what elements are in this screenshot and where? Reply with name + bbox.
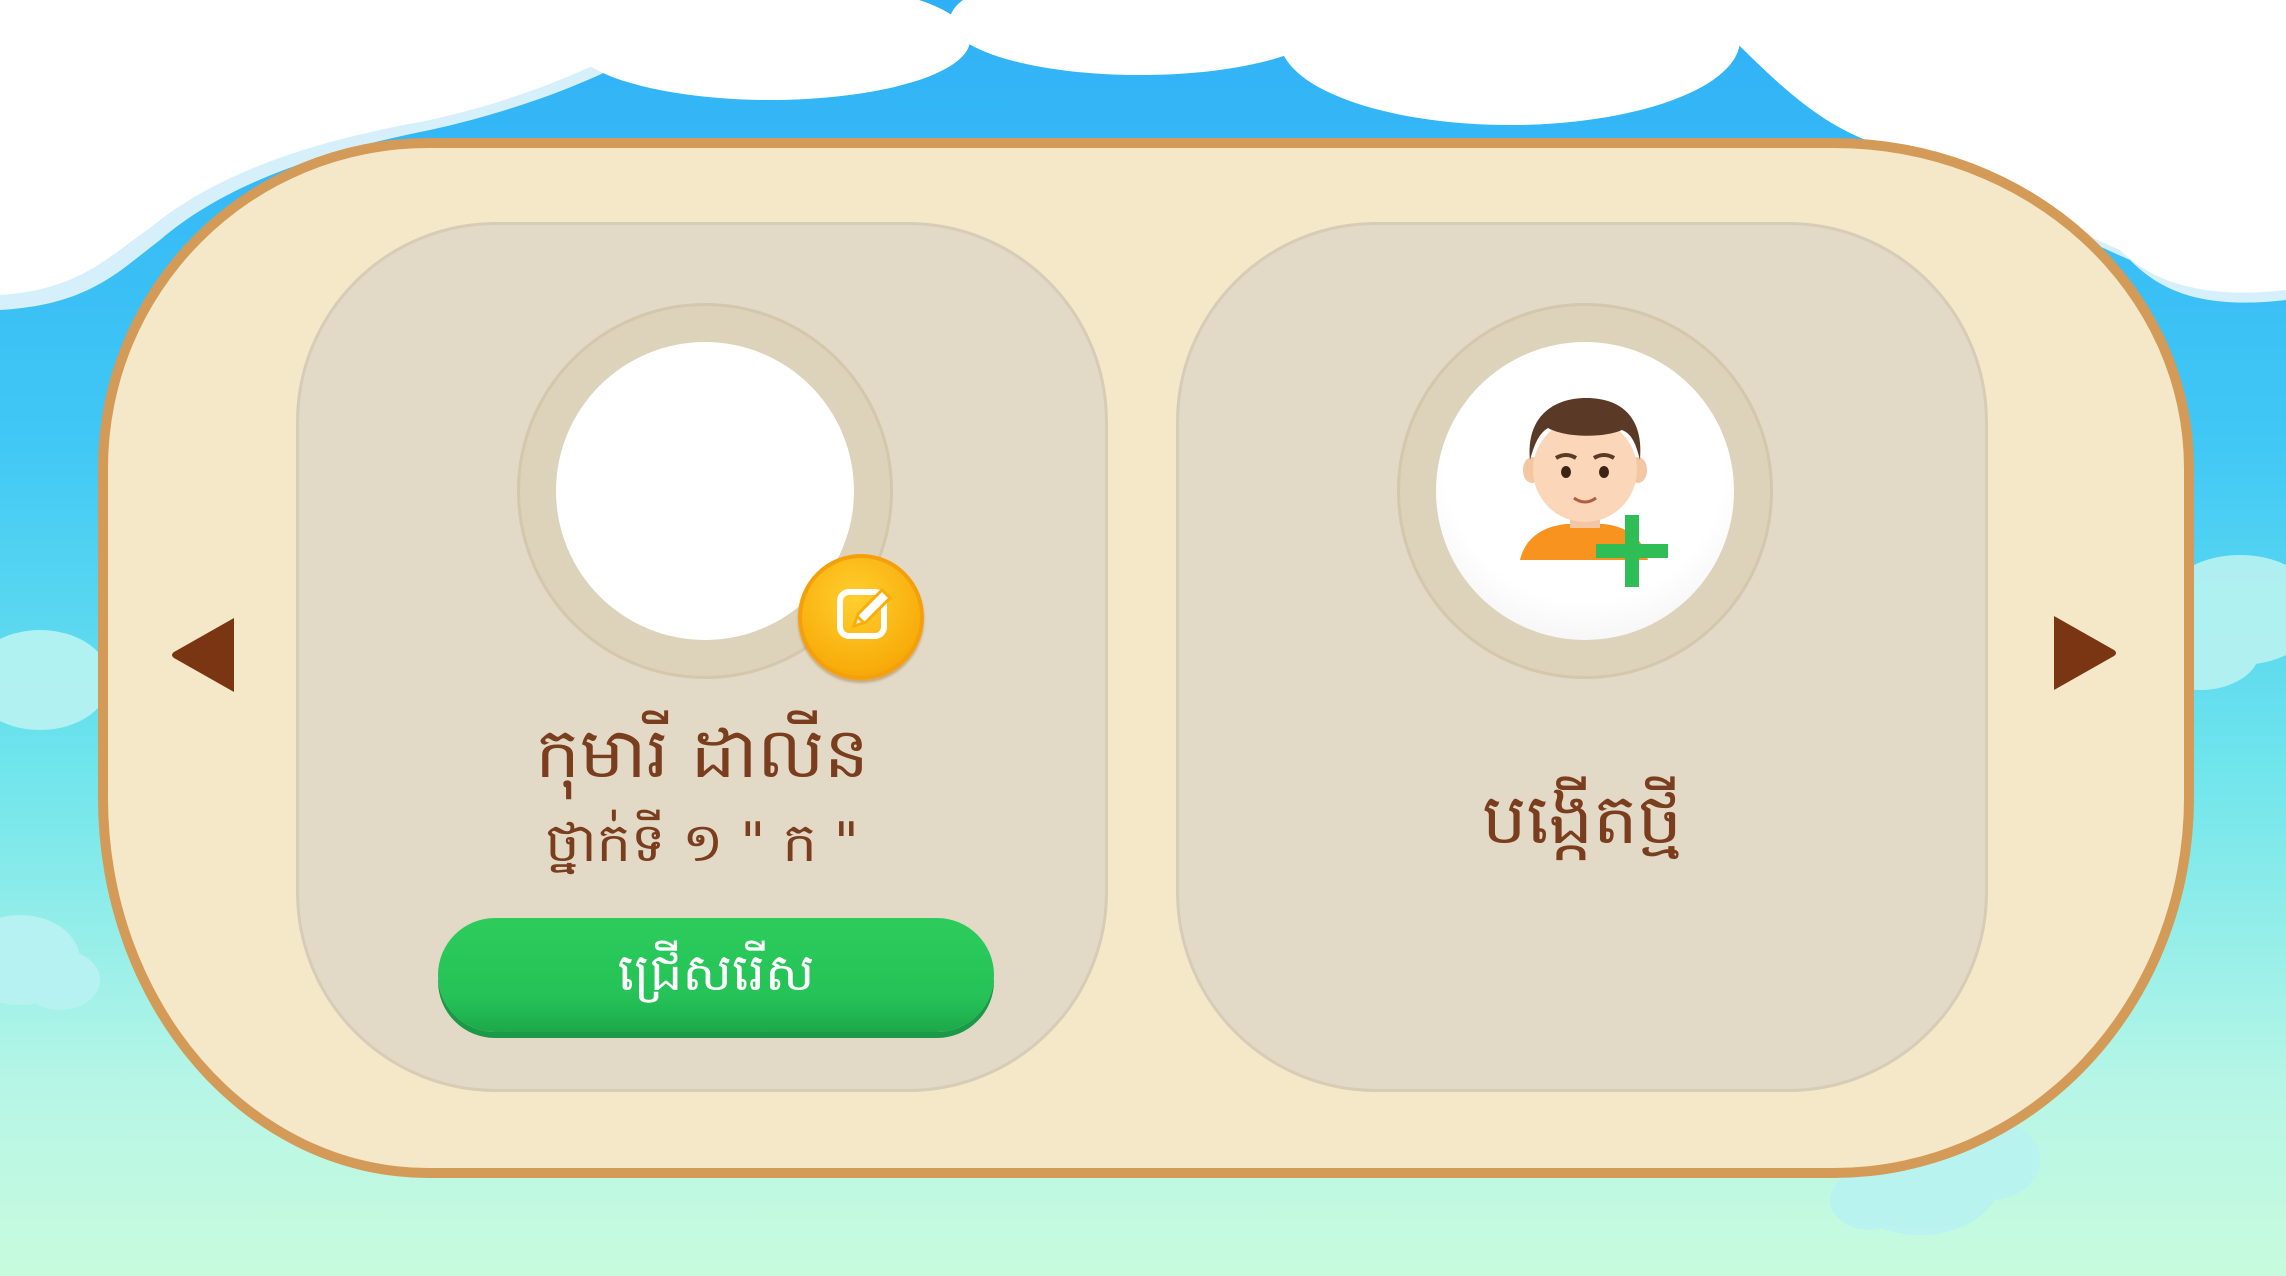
previous-arrow-button[interactable] bbox=[168, 614, 240, 696]
create-profile-card[interactable] bbox=[1176, 222, 1988, 1092]
create-new-label: បង្កើតថ្មី bbox=[1482, 778, 1682, 860]
edit-profile-button[interactable] bbox=[798, 554, 924, 680]
select-profile-button[interactable]: ជ្រើសរើស bbox=[438, 918, 994, 1032]
next-arrow-button[interactable] bbox=[2048, 612, 2120, 694]
profile-select-screen: កុមារី ដាលីន ថ្នាក់ទី ១ " ក " ជ្រើសរើស ប… bbox=[0, 0, 2286, 1276]
profile-name: កុមារី ដាលីន bbox=[535, 712, 869, 794]
profile-grade: ថ្នាក់ទី ១ " ក " bbox=[545, 811, 859, 874]
avatar-ring bbox=[1397, 303, 1773, 679]
add-user-avatar[interactable] bbox=[1436, 342, 1734, 640]
add-user-icon bbox=[1520, 398, 1668, 587]
pencil-edit-icon bbox=[837, 587, 893, 639]
